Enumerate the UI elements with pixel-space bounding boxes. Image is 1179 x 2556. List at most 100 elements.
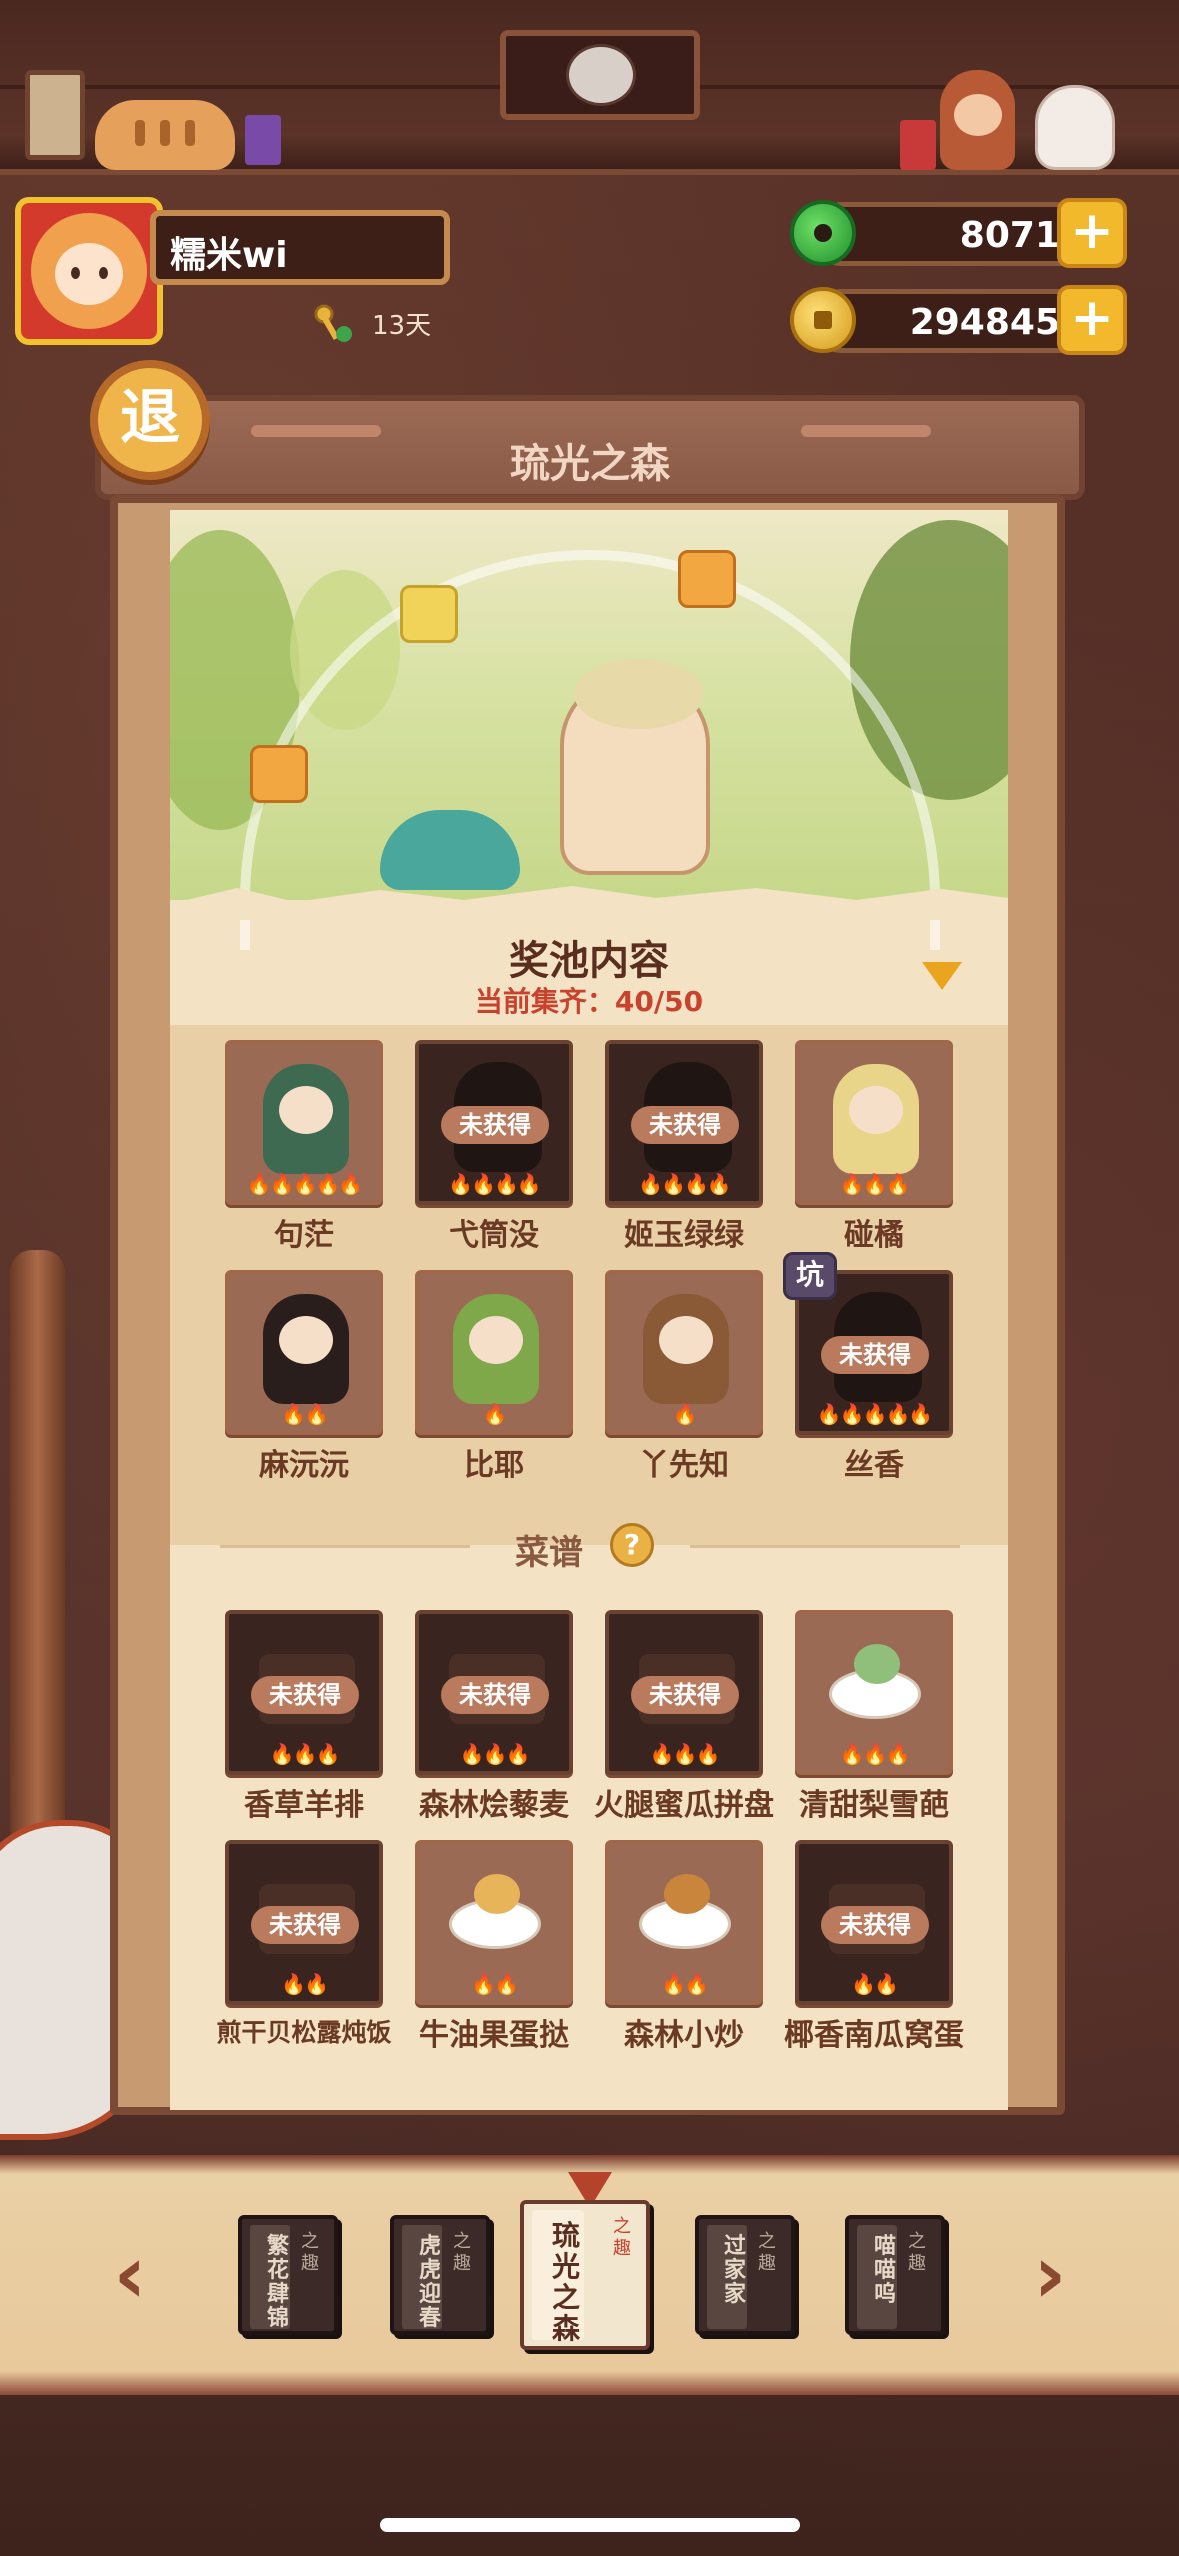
character-portrait: [833, 1064, 919, 1174]
help-icon[interactable]: ?: [610, 1523, 654, 1567]
rarity-flames-icon: 🔥🔥🔥: [839, 1742, 911, 1766]
rarity-flames-icon: 🔥: [482, 1402, 508, 1426]
character-name: 丫先知: [639, 1448, 729, 1483]
recipe-name: 森林小炒: [624, 2018, 744, 2053]
character-card[interactable]: 未获得 🔥🔥🔥🔥: [605, 1040, 763, 1205]
orange-cube-decoration: [678, 550, 736, 608]
locked-badge: 未获得: [821, 1336, 929, 1374]
food-icon: [854, 1644, 900, 1684]
recipe-card[interactable]: 未获得 🔥🔥🔥: [605, 1610, 763, 1775]
character-name: 丝香: [844, 1448, 904, 1483]
jade-icon: [790, 200, 856, 266]
character-card[interactable]: 🔥🔥: [225, 1270, 383, 1435]
character-card[interactable]: 🔥: [415, 1270, 573, 1435]
cat-stripe: [135, 120, 145, 146]
featured-character[interactable]: [560, 659, 710, 875]
character-card[interactable]: 🔥: [605, 1270, 763, 1435]
book-spine: 虎虎迎春: [402, 2225, 442, 2331]
orange-cat-decoration[interactable]: [95, 100, 235, 170]
locked-badge: 未获得: [251, 1906, 359, 1944]
recipe-name: 牛油果蛋挞: [419, 2018, 569, 2053]
book-spine: 喵喵呜: [857, 2225, 897, 2329]
character-name: 比耶: [464, 1448, 524, 1483]
rarity-flames-icon: 🔥🔥🔥🔥🔥: [246, 1172, 364, 1196]
locked-badge: 未获得: [631, 1676, 739, 1714]
girl-face: [954, 94, 1002, 136]
book-title: 琉光之森: [551, 2219, 580, 2345]
recipe-name: 清甜梨雪葩: [799, 1788, 949, 1823]
book-spine: 琉光之森: [532, 2210, 584, 2344]
rarity-flames-icon: 🔥🔥: [471, 1972, 519, 1996]
character-face: [659, 1316, 713, 1364]
book-tab[interactable]: 琉光之森 之趣: [520, 2200, 650, 2350]
recipe-card[interactable]: 🔥🔥: [415, 1840, 573, 2005]
recipe-card[interactable]: 未获得 🔥🔥: [225, 1840, 383, 2005]
rarity-flames-icon: 🔥🔥: [851, 1972, 899, 1996]
rarity-flames-icon: 🔥🔥🔥🔥: [638, 1172, 732, 1196]
book-title: 过家家: [723, 2234, 746, 2307]
rarity-flames-icon: 🔥🔥🔥: [459, 1742, 531, 1766]
recipe-card[interactable]: 未获得 🔥🔥🔥: [415, 1610, 573, 1775]
character-name: 姬玉绿绿: [624, 1218, 744, 1253]
yellow-cube-decoration: [400, 585, 458, 643]
rarity-flames-icon: 🔥🔥🔥: [839, 1172, 911, 1196]
character-card[interactable]: 未获得 🔥🔥🔥🔥: [415, 1040, 573, 1205]
girl-figure-decoration[interactable]: [940, 70, 1015, 170]
locked-badge: 未获得: [441, 1106, 549, 1144]
rarity-flames-icon: 🔥🔥: [661, 1972, 709, 1996]
rarity-flames-icon: 🔥🔥🔥🔥🔥: [816, 1402, 934, 1426]
book-seal: 之趣: [453, 2231, 471, 2274]
rarity-flames-icon: 🔥🔥🔥: [269, 1742, 341, 1766]
character-face: [849, 1086, 903, 1134]
recipe-name: 火腿蜜瓜拼盘: [594, 1788, 774, 1823]
raccoon-portrait-icon: [566, 44, 636, 106]
book-seal: 之趣: [908, 2231, 926, 2274]
book-tab[interactable]: 喵喵呜 之趣: [845, 2215, 945, 2335]
coin-icon: [790, 287, 856, 353]
food-icon: [474, 1874, 520, 1914]
book-seal: 之趣: [301, 2231, 319, 2274]
character-card[interactable]: 🔥🔥🔥: [795, 1040, 953, 1205]
character-name: 弋筒没: [449, 1218, 539, 1253]
book-seal: 之趣: [758, 2231, 776, 2274]
dish-icon: [449, 1874, 541, 1949]
recipe-name: 煎干贝松露炖饭: [216, 2018, 392, 2047]
purple-cup-decoration: [245, 115, 281, 165]
rarity-flames-icon: 🔥🔥: [281, 1402, 329, 1426]
avatar-eye: [71, 267, 80, 279]
pool-title: 奖池内容: [509, 938, 669, 984]
character-face: [279, 1316, 333, 1364]
book-tab[interactable]: 过家家 之趣: [695, 2215, 795, 2335]
recipe-name: 香草羊排: [244, 1788, 364, 1823]
food-icon: [664, 1874, 710, 1914]
character-card[interactable]: 🔥🔥🔥🔥🔥: [225, 1040, 383, 1205]
exit-button[interactable]: 退: [90, 360, 210, 480]
recipe-card[interactable]: 🔥🔥: [605, 1840, 763, 2005]
pool-panel: 奖池内容 当前集齐：40/50 🔥🔥🔥🔥🔥 句茫 未获得 🔥🔥🔥🔥 弋筒没 未获得 🔥🔥🔥🔥…: [170, 510, 1008, 2110]
book-tab[interactable]: 繁花肆锦 之趣: [238, 2215, 338, 2335]
recipe-name: 森林烩藜麦: [419, 1788, 569, 1823]
login-days: 13天: [372, 311, 432, 341]
book-tab[interactable]: 虎虎迎春 之趣: [390, 2215, 490, 2335]
rarity-flames-icon: 🔥: [672, 1402, 698, 1426]
home-indicator[interactable]: [380, 2518, 800, 2532]
recipe-card[interactable]: 未获得 🔥🔥🔥: [225, 1610, 383, 1775]
add-jade-button[interactable]: +: [1057, 198, 1127, 268]
add-coins-button[interactable]: +: [1057, 285, 1127, 355]
red-cup-decoration: [900, 120, 936, 170]
recipe-card[interactable]: 未获得 🔥🔥: [795, 1840, 953, 2005]
hanging-portrait[interactable]: [500, 30, 700, 120]
avatar-face: [55, 243, 123, 305]
brush-handle-decoration: [10, 1250, 65, 1850]
chevron-right-icon[interactable]: ›: [1020, 2235, 1080, 2315]
paw-sign-icon[interactable]: [25, 70, 85, 160]
locked-badge: 未获得: [251, 1676, 359, 1714]
white-cat-decoration[interactable]: [1035, 85, 1115, 170]
book-spine: 过家家: [707, 2225, 747, 2329]
character-name: 碰橘: [844, 1218, 904, 1253]
chevron-left-icon[interactable]: ‹: [100, 2235, 160, 2315]
recipe-card[interactable]: 🔥🔥🔥: [795, 1610, 953, 1775]
rarity-flames-icon: 🔥🔥: [281, 1972, 329, 1996]
player-avatar[interactable]: [15, 197, 163, 345]
player-name: 糯米wi: [150, 210, 450, 285]
